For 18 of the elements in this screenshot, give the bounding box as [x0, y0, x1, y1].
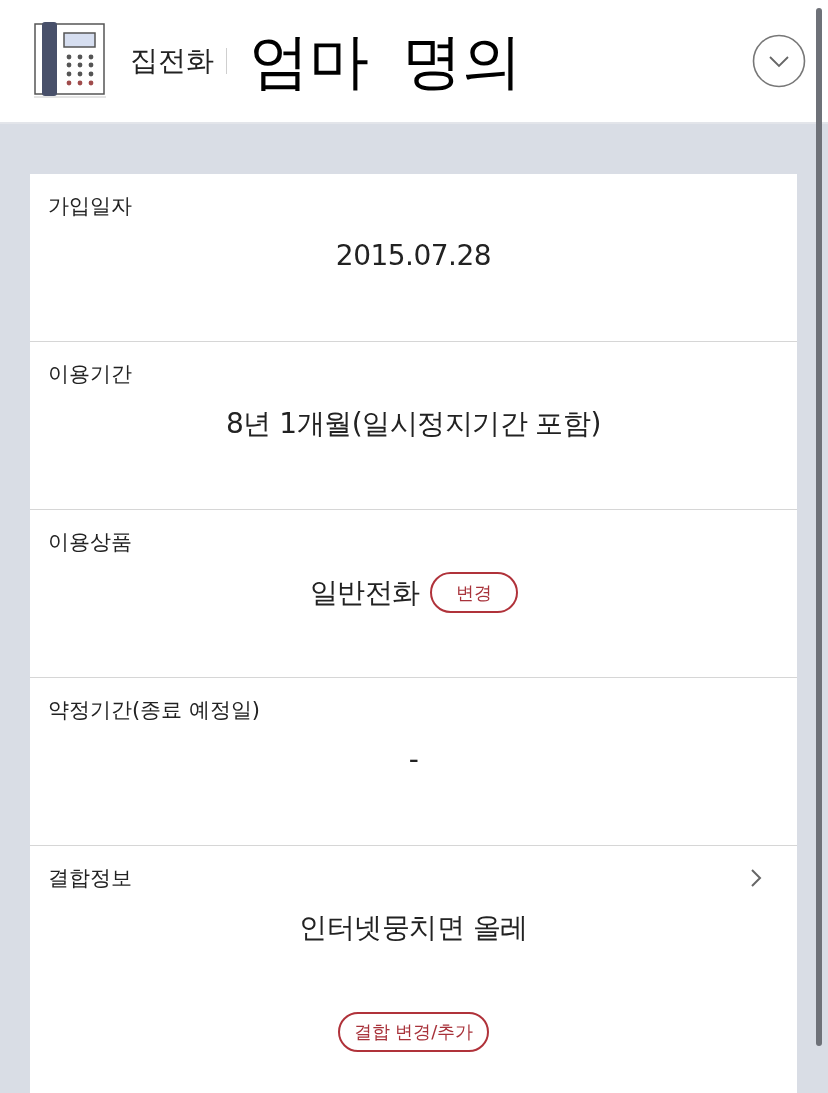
bundle-change-button[interactable]: 결합 변경/추가: [337, 1012, 490, 1052]
field-value: 인터넷뭉치면 올레: [299, 910, 528, 946]
chevron-down-circle-icon[interactable]: [752, 34, 806, 88]
field-label: 가입일자: [48, 194, 132, 218]
phone-type-label: 집전화: [130, 43, 214, 79]
field-value: 일반전화: [309, 574, 420, 611]
field-label: 이용상품: [48, 530, 132, 554]
field-value: -: [408, 742, 419, 778]
field-label: 약정기간(종료 예정일): [48, 698, 261, 722]
desk-phone-icon: [34, 21, 106, 99]
scrollbar[interactable]: [816, 8, 822, 1046]
field-label: 결합정보: [48, 866, 132, 890]
chevron-right-icon[interactable]: [750, 868, 762, 888]
change-button[interactable]: 변경: [429, 572, 518, 613]
field-value: 8년 1개월(일시정지기간 포함): [226, 406, 601, 442]
field-value: 2015.07.28: [335, 238, 492, 274]
owner-title: 엄마 명의: [249, 28, 523, 94]
field-label: 이용기간: [48, 362, 132, 386]
